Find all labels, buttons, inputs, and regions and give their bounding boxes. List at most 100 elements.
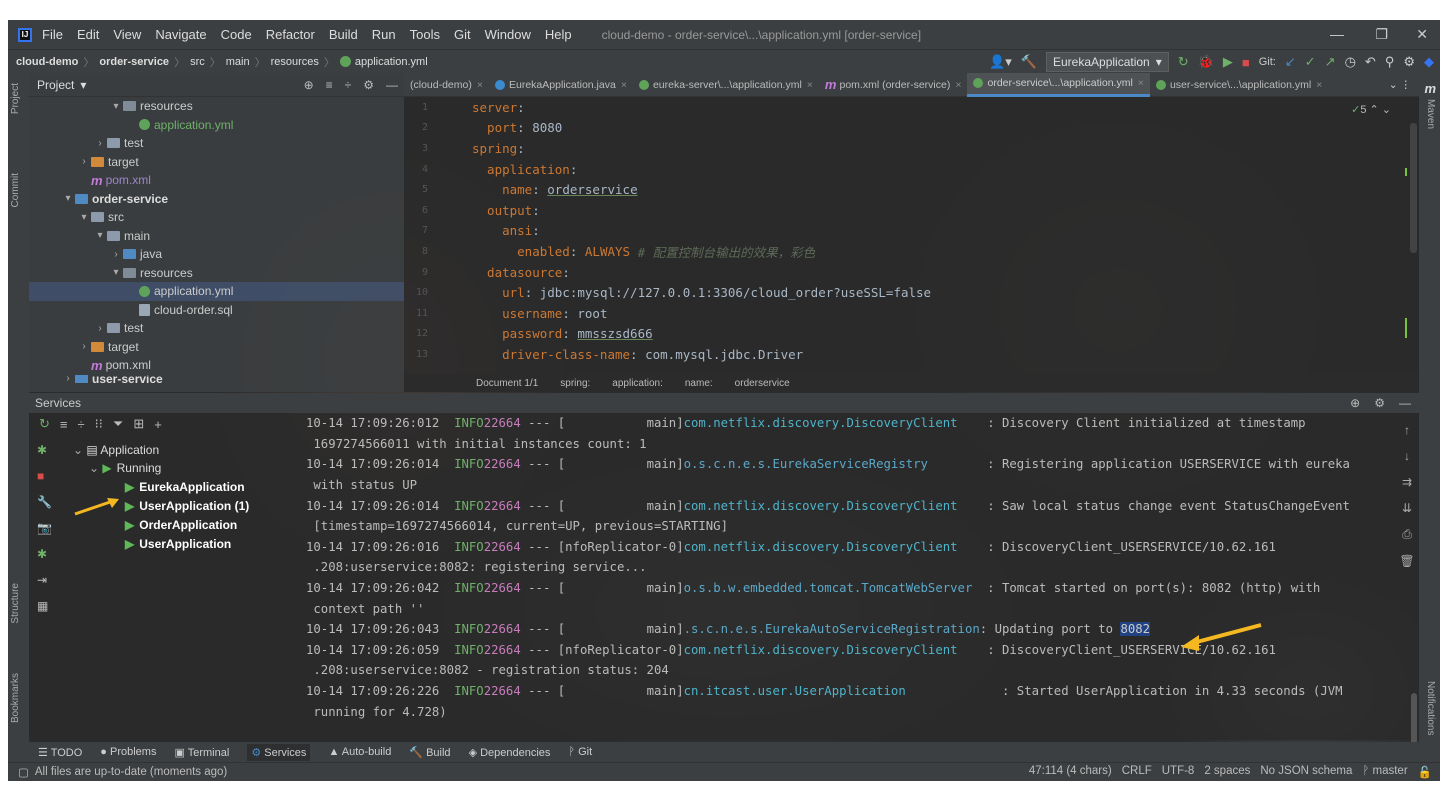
- gear-icon[interactable]: ⚙: [1374, 396, 1385, 410]
- tree-item-target[interactable]: › target: [29, 153, 404, 172]
- menu-edit[interactable]: Edit: [77, 27, 99, 42]
- debug-icon[interactable]: ✱: [37, 443, 53, 457]
- tree-item-src[interactable]: ▾ src: [29, 208, 404, 227]
- toolwindow-problems[interactable]: ● Problems: [100, 746, 156, 758]
- tab-eureka-server-yml[interactable]: eureka-server\...\application.yml ×: [633, 73, 819, 97]
- search-icon[interactable]: ⚲: [1385, 54, 1395, 70]
- history-icon[interactable]: ◷: [1345, 54, 1356, 70]
- code-line[interactable]: 2 port: 8080: [404, 118, 1419, 139]
- code-line[interactable]: 4 application:: [404, 159, 1419, 180]
- tree-item-application-yml-selected[interactable]: application.yml: [29, 282, 404, 301]
- code-line[interactable]: 9 datasource:: [404, 262, 1419, 283]
- editor-scrollbar[interactable]: [1410, 123, 1417, 253]
- service-eureka-application[interactable]: ▶ EurekaApplication: [125, 480, 245, 494]
- tab-user-service-yml[interactable]: user-service\...\application.yml ×: [1150, 73, 1328, 97]
- tree-item-resources[interactable]: ▾ resources: [29, 264, 404, 283]
- tree-item-target[interactable]: › target: [29, 338, 404, 357]
- notifications-stripe-button[interactable]: Notifications: [1425, 681, 1436, 735]
- trash-icon[interactable]: 🗑: [1399, 554, 1414, 568]
- locate-icon[interactable]: ⊕: [304, 78, 314, 92]
- coverage-icon[interactable]: ▶: [1223, 54, 1233, 70]
- project-view-label[interactable]: Project: [37, 78, 74, 92]
- run-config-select[interactable]: EurekaApplication ▾: [1046, 52, 1169, 72]
- expand-all-icon[interactable]: ≡: [326, 78, 333, 92]
- code-line[interactable]: 11 username: root: [404, 303, 1419, 324]
- breadcrumb-name[interactable]: name:: [685, 378, 713, 389]
- add-service-icon[interactable]: +: [154, 417, 162, 432]
- group-by-icon[interactable]: ⁝⁝: [95, 416, 103, 432]
- code-line[interactable]: 6 output:: [404, 200, 1419, 221]
- code-line[interactable]: 1 server:: [404, 97, 1419, 118]
- menu-git[interactable]: Git: [454, 27, 471, 42]
- debug-icon[interactable]: ✱: [37, 547, 53, 561]
- tree-item-main[interactable]: ▾ main: [29, 227, 404, 246]
- git-branch[interactable]: ᚹ master: [1362, 765, 1407, 779]
- menu-tools[interactable]: Tools: [410, 27, 440, 42]
- scroll-to-end-icon[interactable]: ⇊: [1402, 501, 1412, 515]
- close-tab-icon[interactable]: ×: [955, 79, 961, 91]
- hide-icon[interactable]: —: [1399, 396, 1411, 410]
- toolwindow-git[interactable]: ᚹ Git: [568, 746, 592, 758]
- code-line[interactable]: 13 driver-class-name: com.mysql.jdbc.Dri…: [404, 344, 1419, 365]
- breadcrumb-src[interactable]: src: [190, 56, 205, 68]
- menu-view[interactable]: View: [113, 27, 141, 42]
- status-message[interactable]: All files are up-to-date (moments ago): [35, 766, 227, 778]
- code-line[interactable]: 12 password: mmsszsd666: [404, 324, 1419, 345]
- toolwindow-services[interactable]: ⚙ Services: [247, 743, 311, 761]
- menu-window[interactable]: Window: [485, 27, 531, 42]
- code-line[interactable]: 10 url: jdbc:mysql://127.0.0.1:3306/clou…: [404, 282, 1419, 303]
- git-push-icon[interactable]: ↗: [1325, 54, 1336, 70]
- caret-position[interactable]: 47:114 (4 chars): [1029, 765, 1112, 779]
- menu-refactor[interactable]: Refactor: [266, 27, 315, 42]
- close-tab-icon[interactable]: ×: [621, 79, 627, 91]
- toolwindow-dependencies[interactable]: ◈ Dependencies: [469, 746, 551, 759]
- new-tab-icon[interactable]: ⊞: [133, 416, 144, 432]
- breadcrumb-main[interactable]: main: [226, 56, 250, 68]
- close-tab-icon[interactable]: ×: [1138, 77, 1144, 89]
- service-user-application[interactable]: ▶ UserApplication: [125, 537, 231, 551]
- tab-list-chevron-icon[interactable]: ⌄ ⋮: [1389, 79, 1419, 91]
- json-schema[interactable]: No JSON schema: [1260, 765, 1352, 779]
- tree-item-test[interactable]: › test: [29, 319, 404, 338]
- menu-navigate[interactable]: Navigate: [155, 27, 206, 42]
- collapse-all-icon[interactable]: ÷: [345, 78, 352, 92]
- file-encoding[interactable]: UTF-8: [1162, 765, 1195, 779]
- toolwindow-auto-build[interactable]: ▲ Auto-build: [328, 746, 391, 758]
- tree-item-pom-xml[interactable]: m pom.xml: [29, 171, 404, 190]
- tree-item-application-yml[interactable]: application.yml: [29, 116, 404, 135]
- settings-gear-icon[interactable]: ⚙: [1403, 54, 1415, 70]
- close-tab-icon[interactable]: ×: [1316, 79, 1322, 91]
- collapse-all-icon[interactable]: ÷: [78, 417, 85, 432]
- stop-icon[interactable]: ■: [1242, 55, 1250, 70]
- rollback-icon[interactable]: ↶: [1365, 54, 1376, 70]
- tab-pom-xml[interactable]: m pom.xml (order-service) ×: [819, 73, 968, 97]
- exit-icon[interactable]: ⇥: [37, 573, 53, 587]
- breadcrumb-resources[interactable]: resources: [271, 56, 319, 68]
- globe-icon[interactable]: ⊕: [1350, 396, 1360, 410]
- restore-icon[interactable]: ❐: [1375, 26, 1388, 43]
- service-group-application[interactable]: ⌄ ▤ Application: [73, 443, 159, 457]
- scroll-up-icon[interactable]: ↑: [1404, 423, 1410, 437]
- service-user-application-1[interactable]: ▶ UserApplication (1): [125, 499, 249, 513]
- filter-icon[interactable]: ⏷: [113, 416, 123, 432]
- close-tab-icon[interactable]: ×: [807, 79, 813, 91]
- status-square-icon[interactable]: ▢: [18, 765, 29, 779]
- wrench-icon[interactable]: 🔧: [37, 495, 53, 509]
- tree-item-resources[interactable]: ▾ resources: [29, 97, 404, 116]
- menu-run[interactable]: Run: [372, 27, 396, 42]
- breadcrumb-document[interactable]: Document 1/1: [476, 378, 538, 389]
- refresh-icon[interactable]: ↻: [39, 416, 50, 432]
- close-tab-icon[interactable]: ×: [477, 79, 483, 91]
- close-icon[interactable]: ✕: [1416, 26, 1428, 43]
- git-commit-icon[interactable]: ✓: [1305, 54, 1316, 70]
- toolwindow-todo[interactable]: ☰ TODO: [38, 746, 82, 759]
- breadcrumb-file[interactable]: application.yml: [355, 56, 428, 68]
- minimize-icon[interactable]: —: [1330, 26, 1344, 42]
- scroll-down-icon[interactable]: ↓: [1404, 449, 1410, 463]
- tree-item-order-service[interactable]: ▾ order-service: [29, 190, 404, 209]
- breadcrumb-project[interactable]: cloud-demo: [16, 56, 78, 68]
- indent-setting[interactable]: 2 spaces: [1204, 765, 1250, 779]
- service-order-application[interactable]: ▶ OrderApplication: [125, 518, 237, 532]
- stop-icon[interactable]: ■: [37, 469, 53, 483]
- code-area[interactable]: 1 server:2 port: 8080 3 spring:4 applicatio…: [404, 97, 1419, 365]
